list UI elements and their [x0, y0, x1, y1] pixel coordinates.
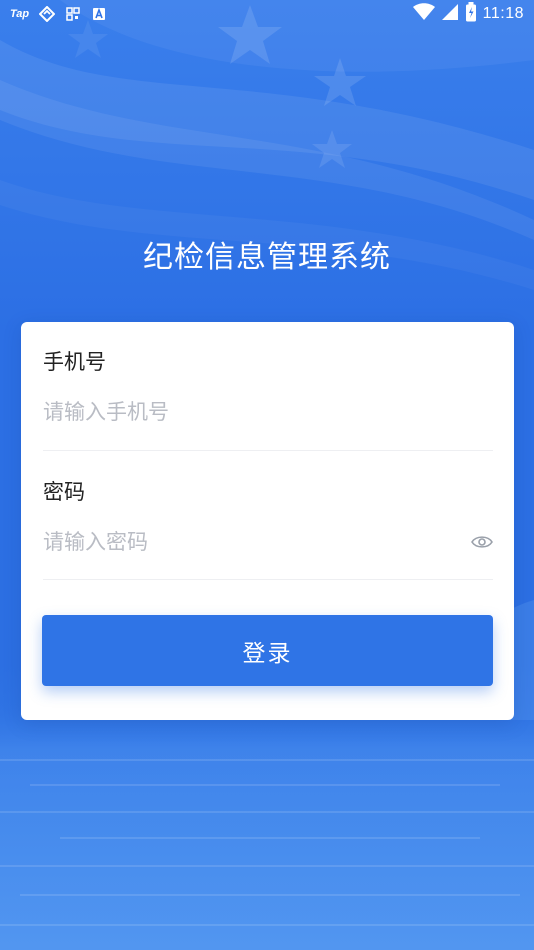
- login-button[interactable]: 登录: [42, 615, 493, 686]
- page-title: 纪检信息管理系统: [143, 240, 391, 275]
- eye-icon[interactable]: [469, 529, 495, 555]
- status-time: 11:18: [482, 5, 524, 22]
- password-divider: [43, 579, 493, 580]
- status-bar: Tap 11:18: [0, 0, 534, 28]
- wifi-icon: [412, 3, 435, 25]
- login-card: 手机号 密码 登录: [21, 322, 514, 720]
- status-right-icons: 11:18: [412, 2, 524, 26]
- login-screen: Tap 11:18 纪检信息管理系统 手机号 请输入手机号 密码 登录: [0, 0, 534, 950]
- font-a-icon: [91, 6, 107, 22]
- phone-label: 手机号: [43, 350, 106, 374]
- phone-input[interactable]: [43, 390, 493, 434]
- battery-icon: [465, 2, 477, 26]
- phone-divider: [43, 450, 493, 451]
- sync-icon: [38, 5, 56, 23]
- password-label: 密码: [43, 480, 85, 504]
- password-input[interactable]: [43, 520, 453, 564]
- status-left-icons: Tap: [10, 5, 107, 23]
- tap-app-icon: Tap: [10, 8, 30, 20]
- signal-icon: [441, 3, 459, 25]
- qr-scan-icon: [65, 6, 81, 22]
